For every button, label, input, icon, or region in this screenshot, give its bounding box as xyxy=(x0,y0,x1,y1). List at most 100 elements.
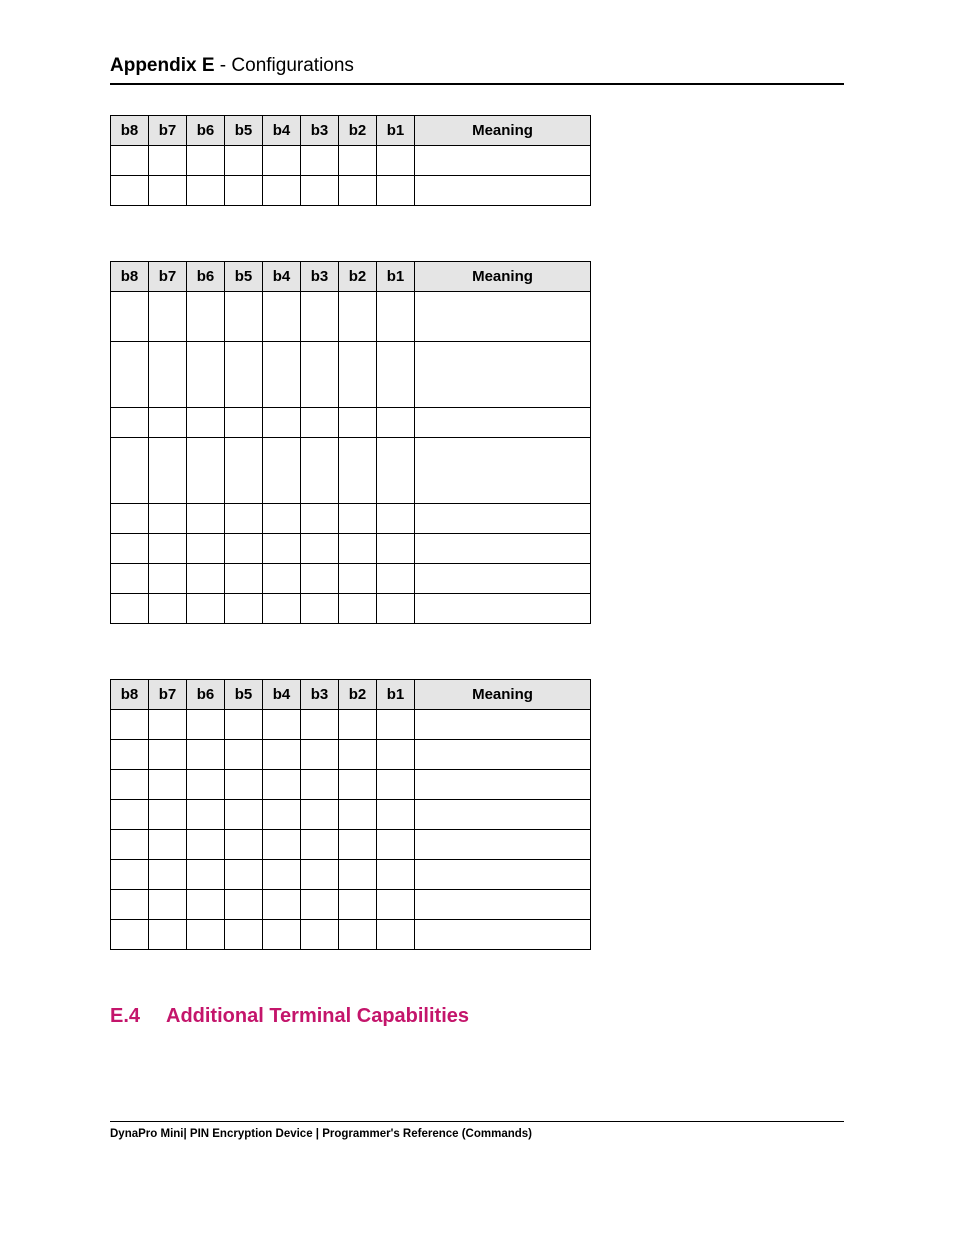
bit-cell xyxy=(377,860,415,890)
bit-cell xyxy=(301,342,339,408)
bit-cell xyxy=(187,438,225,504)
bit-cell xyxy=(225,504,263,534)
bit-cell xyxy=(301,770,339,800)
bit-cell xyxy=(111,146,149,176)
bit-cell xyxy=(149,890,187,920)
bit-cell xyxy=(263,438,301,504)
bit-cell xyxy=(301,740,339,770)
bit-cell xyxy=(301,860,339,890)
bit-cell xyxy=(377,564,415,594)
table-row xyxy=(111,800,591,830)
bit-header: b2 xyxy=(339,680,377,710)
bit-cell xyxy=(225,438,263,504)
bit-cell xyxy=(263,800,301,830)
bit-header: b8 xyxy=(111,680,149,710)
table-row xyxy=(111,408,591,438)
table-row xyxy=(111,890,591,920)
bit-cell xyxy=(111,438,149,504)
table-row xyxy=(111,860,591,890)
bit-cell xyxy=(149,176,187,206)
meaning-cell xyxy=(415,860,591,890)
table-row xyxy=(111,920,591,950)
bit-cell xyxy=(149,504,187,534)
bit-cell xyxy=(149,146,187,176)
bit-cell xyxy=(187,770,225,800)
bit-cell xyxy=(301,292,339,342)
bit-cell xyxy=(225,408,263,438)
bit-cell xyxy=(225,176,263,206)
bit-header: b4 xyxy=(263,116,301,146)
bit-cell xyxy=(339,438,377,504)
bit-cell xyxy=(225,146,263,176)
bit-cell xyxy=(377,740,415,770)
bit-cell xyxy=(111,860,149,890)
bit-cell xyxy=(149,594,187,624)
bit-cell xyxy=(377,438,415,504)
bit-cell xyxy=(225,342,263,408)
bit-cell xyxy=(377,176,415,206)
bit-cell xyxy=(111,564,149,594)
meaning-cell xyxy=(415,830,591,860)
bit-header: b1 xyxy=(377,680,415,710)
bit-cell xyxy=(339,830,377,860)
bit-cell xyxy=(225,740,263,770)
bit-cell xyxy=(111,890,149,920)
table-row xyxy=(111,504,591,534)
bit-cell xyxy=(187,860,225,890)
bit-header: b8 xyxy=(111,262,149,292)
bit-cell xyxy=(111,920,149,950)
table-row xyxy=(111,710,591,740)
bit-cell xyxy=(187,504,225,534)
bit-cell xyxy=(187,408,225,438)
bit-cell xyxy=(377,408,415,438)
bit-cell xyxy=(377,830,415,860)
bit-cell xyxy=(187,740,225,770)
bit-cell xyxy=(225,830,263,860)
bit-cell xyxy=(377,534,415,564)
bit-cell xyxy=(263,860,301,890)
meaning-cell xyxy=(415,710,591,740)
bit-cell xyxy=(149,920,187,950)
meaning-cell xyxy=(415,564,591,594)
bit-cell xyxy=(377,800,415,830)
bit-cell xyxy=(187,292,225,342)
bit-cell xyxy=(263,408,301,438)
bit-cell xyxy=(339,740,377,770)
meaning-cell xyxy=(415,740,591,770)
bit-cell xyxy=(339,890,377,920)
bit-cell xyxy=(339,342,377,408)
bit-cell xyxy=(263,342,301,408)
bit-cell xyxy=(111,830,149,860)
bit-cell xyxy=(111,342,149,408)
bit-cell xyxy=(263,710,301,740)
bit-cell xyxy=(263,146,301,176)
table-row xyxy=(111,594,591,624)
header-light: Configurations xyxy=(231,55,354,76)
bit-cell xyxy=(301,890,339,920)
meaning-cell xyxy=(415,504,591,534)
bit-cell xyxy=(263,292,301,342)
bit-cell xyxy=(301,146,339,176)
bit-cell xyxy=(187,800,225,830)
bit-cell xyxy=(301,504,339,534)
meaning-cell xyxy=(415,770,591,800)
meaning-cell xyxy=(415,534,591,564)
bit-header: b5 xyxy=(225,262,263,292)
bit-cell xyxy=(225,564,263,594)
bit-header: b4 xyxy=(263,262,301,292)
header-bold: Appendix E xyxy=(110,55,215,76)
bit-cell xyxy=(377,292,415,342)
bit-header: b7 xyxy=(149,680,187,710)
bit-cell xyxy=(301,594,339,624)
bit-cell xyxy=(339,710,377,740)
bit-cell xyxy=(339,408,377,438)
bit-cell xyxy=(187,146,225,176)
bit-cell xyxy=(377,342,415,408)
bit-cell xyxy=(149,342,187,408)
meaning-cell xyxy=(415,594,591,624)
bit-header: b8 xyxy=(111,116,149,146)
bit-header: b4 xyxy=(263,680,301,710)
table-row xyxy=(111,438,591,504)
bit-header: b3 xyxy=(301,680,339,710)
bit-cell xyxy=(263,920,301,950)
